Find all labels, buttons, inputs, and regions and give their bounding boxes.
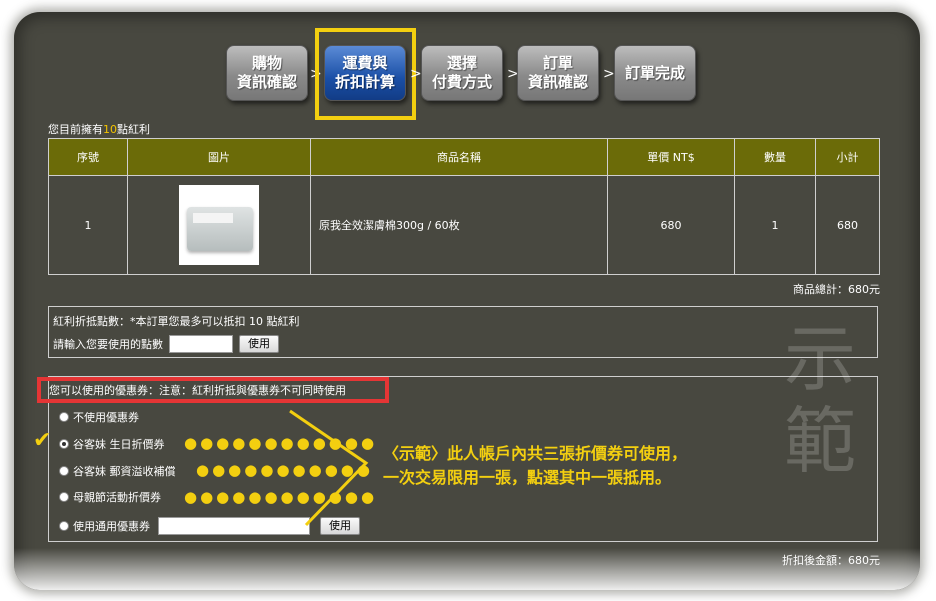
after-discount-total: 折扣後金額：680元: [782, 554, 880, 567]
cell-qty: 1: [734, 175, 816, 275]
col-name: 商品名稱: [310, 138, 608, 176]
radio-icon[interactable]: [59, 439, 69, 449]
bonus-info: 紅利折抵點數：*本訂單您最多可以抵扣 10 點紅利: [53, 315, 300, 328]
cell-image: [127, 175, 311, 275]
points-prefix: 您目前擁有: [48, 123, 103, 136]
step-order-complete[interactable]: 訂單完成: [614, 45, 696, 101]
product-thumbnail[interactable]: [179, 185, 259, 265]
bonus-use-button[interactable]: 使用: [239, 335, 279, 353]
cell-price: 680: [607, 175, 735, 275]
points-count: 10: [103, 123, 117, 136]
col-subtotal: 小計: [815, 138, 880, 176]
coupon-option-mothers-day[interactable]: 母親節活動折價券: [59, 489, 161, 505]
bonus-input-row: 請輸入您要使用的點數 使用: [53, 335, 279, 353]
radio-icon[interactable]: [59, 466, 69, 476]
radio-icon[interactable]: [59, 412, 69, 422]
bonus-points-box: 紅利折抵點數：*本訂單您最多可以抵扣 10 點紅利 請輸入您要使用的點數 使用: [48, 306, 878, 358]
product-label-shape: [193, 213, 233, 223]
cell-subtotal: 680: [815, 175, 880, 275]
cell-index: 1: [48, 175, 128, 275]
checkout-steps: 購物 資訊確認 > 運費與 折扣計算 > 選擇 付費方式 > 訂單 資訊確認 >…: [0, 0, 936, 120]
coupon-option-postage[interactable]: 谷客妹 郵資溢收補償: [59, 463, 176, 479]
col-price: 單價 NT$: [607, 138, 735, 176]
coupon-option-label: 使用通用優惠券: [73, 520, 150, 533]
cart-table: 序號 圖片 商品名稱 單價 NT$ 數量 小計 1 原我全效潔膚棉300g / …: [48, 138, 880, 275]
step-payment-method[interactable]: 選擇 付費方式: [421, 45, 503, 101]
coupon-option-birthday[interactable]: 谷客妹 生日折價券: [59, 436, 165, 452]
coupon-option-label: 谷客妹 郵資溢收補償: [73, 465, 176, 478]
annotation-bracket-icon: [289, 409, 369, 527]
annotation-text: 〈示範〉此人帳戶內共三張折價券可使用， 一次交易限用一張，點選其中一張抵用。: [383, 444, 688, 487]
points-balance: 您目前擁有10點紅利: [48, 121, 150, 137]
product-total: 商品總計：680元: [793, 283, 880, 296]
coupon-option-label: 谷客妹 生日折價券: [73, 438, 165, 451]
col-qty: 數量: [734, 138, 816, 176]
col-index: 序號: [48, 138, 128, 176]
watermark: 示 範: [783, 317, 856, 483]
step-order-confirm[interactable]: 訂單 資訊確認: [517, 45, 599, 101]
bonus-points-input[interactable]: [169, 335, 233, 353]
step-shopping-info[interactable]: 購物 資訊確認: [226, 45, 308, 101]
step-separator: >: [410, 66, 422, 82]
coupon-header: 您可以使用的優惠券：注意：紅利折抵與優惠券不可同時使用: [37, 377, 389, 403]
step-separator: >: [603, 66, 615, 82]
coupon-option-label: 母親節活動折價券: [73, 491, 161, 504]
cell-name: 原我全效潔膚棉300g / 60枚: [310, 175, 608, 275]
col-image: 圖片: [127, 138, 311, 176]
radio-icon[interactable]: [59, 521, 69, 531]
table-header-row: 序號 圖片 商品名稱 單價 NT$ 數量 小計: [48, 138, 880, 176]
coupon-option-label: 不使用優惠券: [73, 411, 139, 424]
checkmark-icon: ✔: [33, 428, 52, 453]
table-row: 1 原我全效潔膚棉300g / 60枚 680 1 680: [48, 175, 880, 275]
radio-icon[interactable]: [59, 492, 69, 502]
coupon-option-none[interactable]: 不使用優惠券: [59, 409, 139, 425]
step-shipping-discount[interactable]: 運費與 折扣計算: [324, 45, 406, 101]
points-suffix: 點紅利: [117, 123, 150, 136]
bonus-input-label: 請輸入您要使用的點數: [53, 338, 163, 351]
